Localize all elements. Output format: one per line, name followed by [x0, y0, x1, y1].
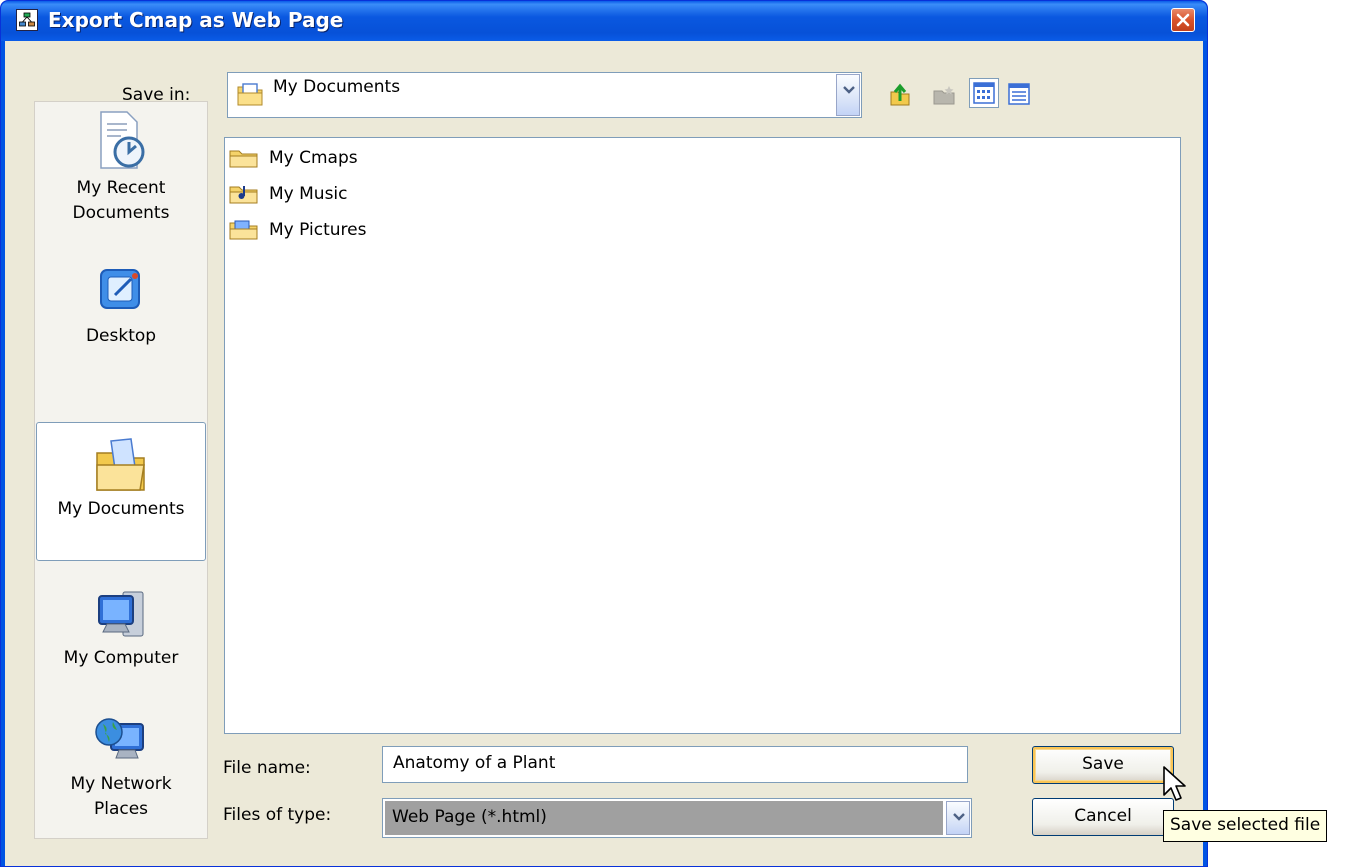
file-type-value: Web Page (*.html)	[385, 801, 943, 835]
file-name: My Cmaps	[269, 148, 358, 168]
place-my-computer[interactable]: My Computer	[36, 584, 206, 671]
chevron-down-icon	[843, 86, 855, 94]
export-dialog: Export Cmap as Web Page Save in: My Docu…	[0, 0, 1208, 867]
chevron-down-icon	[953, 813, 965, 821]
new-folder-icon	[933, 86, 955, 105]
create-new-folder-button[interactable]	[929, 80, 959, 110]
recent-documents-icon	[100, 111, 145, 169]
up-folder-icon	[890, 83, 910, 106]
title-bar[interactable]: Export Cmap as Web Page	[1, 1, 1207, 41]
file-type-dropdown-button[interactable]	[946, 801, 970, 835]
place-label-line2: Documents	[72, 203, 170, 223]
my-computer-icon	[98, 591, 144, 637]
file-name-field[interactable]: Anatomy of a Plant	[382, 746, 968, 783]
place-my-documents[interactable]: My Documents	[36, 422, 206, 561]
place-label-line1: My Recent	[76, 178, 166, 198]
window-title: Export Cmap as Web Page	[48, 8, 344, 32]
file-list[interactable]: My Cmaps My Music My Pictures	[224, 137, 1181, 734]
save-in-combo[interactable]: My Documents	[227, 72, 862, 118]
network-places-icon	[95, 718, 144, 759]
place-label-line1: My Computer	[63, 648, 179, 668]
place-recent-documents[interactable]: My Recent Documents	[36, 108, 206, 226]
list-view-button[interactable]	[969, 78, 999, 108]
folder-icon	[229, 150, 258, 168]
dialog-body: Save in: My Documents My Cmaps My Music …	[5, 41, 1203, 866]
cancel-button[interactable]: Cancel	[1032, 798, 1174, 836]
place-desktop[interactable]: Desktop	[36, 260, 206, 349]
place-label-line2: Places	[93, 799, 149, 819]
file-name-value: Anatomy of a Plant	[393, 753, 556, 773]
details-view-button[interactable]	[1005, 80, 1035, 110]
save-in-value: My Documents	[273, 77, 401, 97]
file-name: My Pictures	[269, 220, 367, 240]
my-documents-folder-icon	[237, 83, 263, 106]
close-button[interactable]	[1171, 8, 1195, 32]
close-icon	[1176, 13, 1190, 27]
save-tooltip: Save selected file	[1163, 810, 1328, 842]
music-folder-icon	[229, 186, 258, 204]
details-view-icon	[1008, 83, 1030, 105]
list-view-icon	[973, 82, 995, 104]
save-button[interactable]: Save	[1032, 746, 1174, 784]
up-one-level-button[interactable]	[885, 80, 915, 110]
cmap-icon	[16, 9, 38, 31]
file-type-combo[interactable]: Web Page (*.html)	[382, 798, 972, 838]
file-name-label: File name:	[223, 758, 311, 778]
mouse-pointer-icon	[1163, 766, 1186, 801]
save-in-dropdown-button[interactable]	[836, 74, 860, 116]
place-label-line1: Desktop	[85, 326, 157, 346]
file-name: My Music	[269, 184, 348, 204]
file-type-label: Files of type:	[223, 805, 332, 825]
desktop-icon	[100, 269, 140, 309]
place-label-line1: My Network	[70, 774, 172, 794]
my-documents-icon	[96, 438, 145, 491]
places-bar: My Recent Documents Desktop My Documents…	[34, 101, 208, 839]
place-label-line1: My Documents	[57, 499, 185, 519]
place-network-places[interactable]: My Network Places	[36, 710, 206, 822]
pictures-folder-icon	[229, 220, 258, 240]
